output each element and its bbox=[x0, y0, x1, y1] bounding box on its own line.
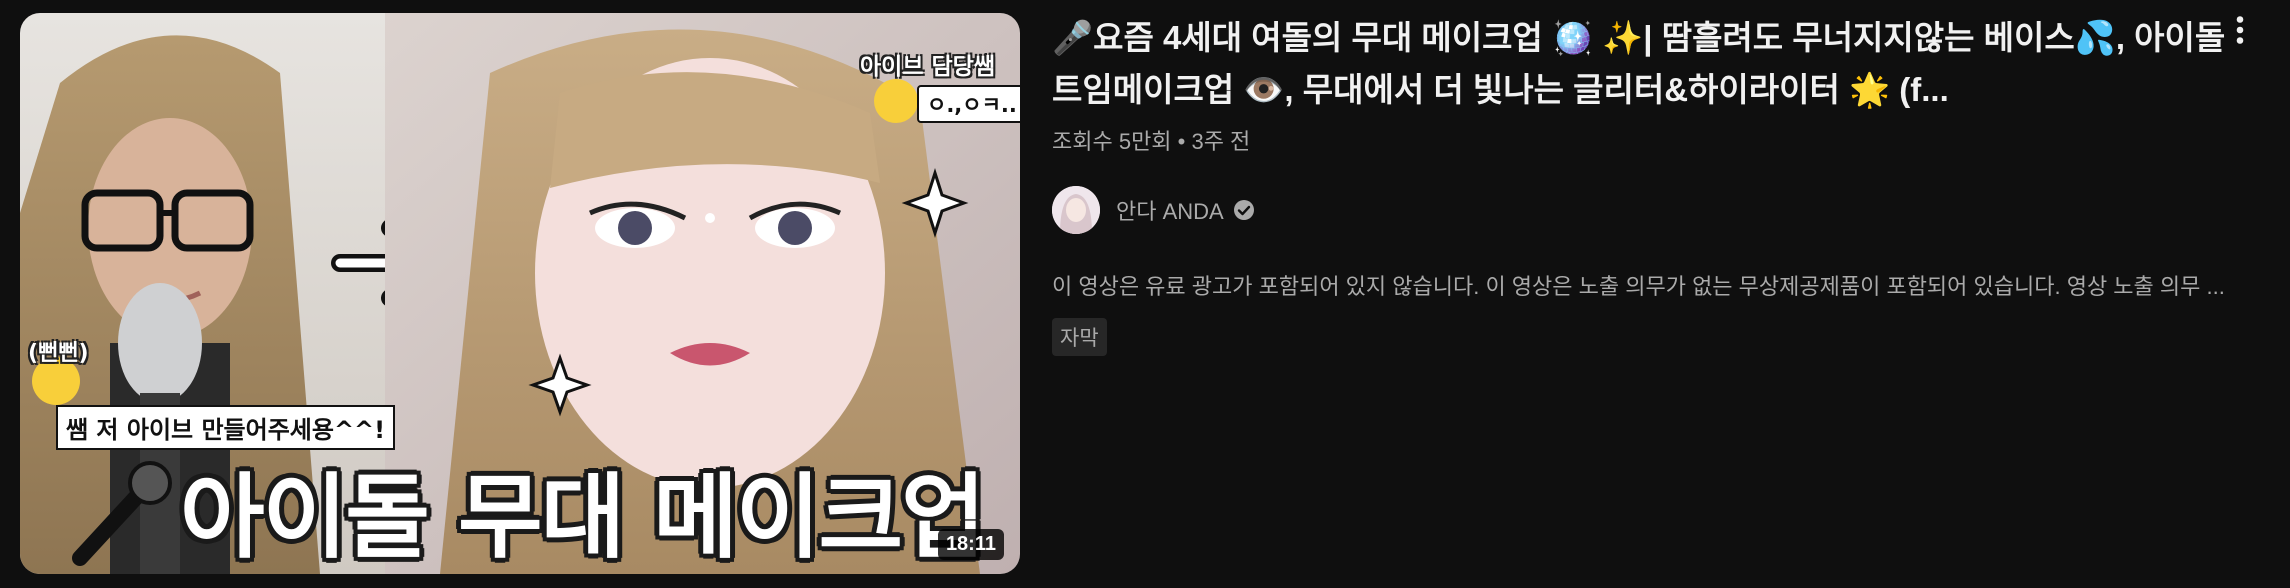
subtitles-badge: 자막 bbox=[1052, 318, 1107, 356]
channel-link[interactable]: 안다 ANDA bbox=[1052, 186, 2232, 234]
duration-badge: 18:11 bbox=[937, 529, 1004, 560]
video-title[interactable]: 🎤요즘 4세대 여돌의 무대 메이크업 🪩 ✨| 땀흘려도 무너지지않는 베이스… bbox=[1052, 12, 2232, 116]
video-description: 이 영상은 유료 광고가 포함되어 있지 않습니다. 이 영상은 노출 의무가 … bbox=[1052, 274, 2225, 299]
more-vert-icon[interactable] bbox=[2222, 12, 2258, 48]
video-meta: 🎤요즘 4세대 여돌의 무대 메이크업 🪩 ✨| 땀흘려도 무너지지않는 베이스… bbox=[1052, 12, 2232, 356]
thumbnail-left-text: (뻔뻔) bbox=[28, 341, 89, 366]
video-result-row: 아이브 담당쌤 ㅇ.,ㅇㅋ.. (뻔뻔) 쌤 저 아이브 만들어주세용^^! 아… bbox=[0, 0, 2290, 588]
verified-check-icon bbox=[1233, 200, 1254, 220]
video-thumbnail[interactable]: 아이브 담당쌤 ㅇ.,ㅇㅋ.. (뻔뻔) 쌤 저 아이브 만들어주세용^^! 아… bbox=[20, 13, 1020, 574]
video-stats: 조회수 5만회 • 3주 전 bbox=[1052, 129, 1251, 154]
channel-avatar[interactable] bbox=[1052, 186, 1100, 234]
avatar-image bbox=[1052, 186, 1100, 234]
thumbnail-main-text: 아이돌 무대 메이크업 bbox=[180, 464, 986, 571]
thumbnail-bubble-text: ㅇ.,ㅇㅋ.. bbox=[917, 85, 1020, 123]
thumbnail-side-text: 아이브 담당쌤 bbox=[860, 54, 995, 80]
channel-name[interactable]: 안다 ANDA bbox=[1116, 194, 1224, 226]
